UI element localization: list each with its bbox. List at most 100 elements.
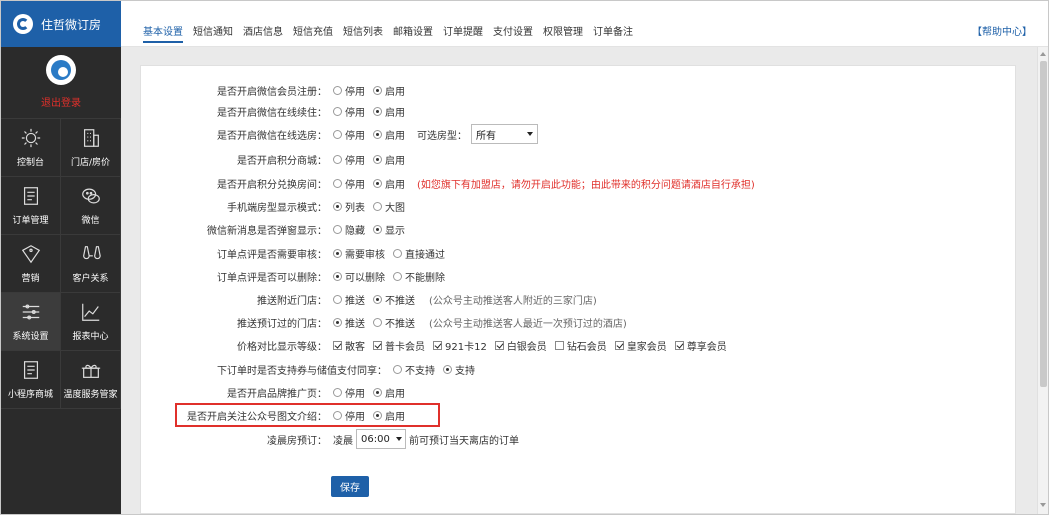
logout-link[interactable]: 退出登录 xyxy=(41,94,81,109)
top-bar: 基本设置 短信通知 酒店信息 短信充值 短信列表 邮箱设置 订单提醒 支付设置 … xyxy=(121,1,1048,47)
radio-disable[interactable]: 停用 xyxy=(333,83,365,98)
tab-payment-settings[interactable]: 支付设置 xyxy=(493,23,533,43)
radio-enable[interactable]: 启用 xyxy=(373,83,405,98)
nav-item-dashboard[interactable]: 控制台 xyxy=(1,119,61,177)
setting-online-renew: 是否开启微信在线续住： 停用 启用 xyxy=(141,103,1017,119)
sidebar: 住哲微订房 退出登录 控制台 门店/房价 订单管理 微信 营销 客户关系 系统设… xyxy=(1,1,121,514)
checkbox-level[interactable]: 普卡会员 xyxy=(373,338,425,353)
scroll-up-arrow-icon[interactable] xyxy=(1040,52,1046,56)
scroll-down-arrow-icon[interactable] xyxy=(1040,503,1046,507)
nav-item-orders[interactable]: 订单管理 xyxy=(1,177,61,235)
tab-basic-settings[interactable]: 基本设置 xyxy=(143,23,183,43)
tab-sms-notify[interactable]: 短信通知 xyxy=(193,23,233,43)
chevron-down-icon xyxy=(527,132,533,136)
setting-review-delete: 订单点评是否可以删除： 可以删除 不能删除 xyxy=(141,268,1017,284)
checkbox-level[interactable]: 散客 xyxy=(333,338,365,353)
setting-points-exchange: 是否开启积分兑换房间： 停用 启用 (如您旗下有加盟店，请勿开启此功能；由此带来… xyxy=(141,175,1017,191)
radio-show[interactable]: 显示 xyxy=(373,222,405,237)
radio-direct-pass[interactable]: 直接通过 xyxy=(393,246,445,261)
push-nearby-note: (公众号主动推送客人附近的三家门店) xyxy=(429,295,597,307)
setting-brand-promo: 是否开启品牌推广页： 停用 启用 xyxy=(141,384,1017,400)
tab-bar: 基本设置 短信通知 酒店信息 短信充值 短信列表 邮箱设置 订单提醒 支付设置 … xyxy=(143,23,643,43)
tab-permissions[interactable]: 权限管理 xyxy=(543,23,583,43)
sun-icon xyxy=(21,128,40,148)
radio-enable[interactable]: 启用 xyxy=(373,385,405,400)
radio-push[interactable]: 推送 xyxy=(333,292,365,307)
setting-review-audit: 订单点评是否需要审核： 需要审核 直接通过 xyxy=(141,245,1017,261)
radio-large-image[interactable]: 大图 xyxy=(373,199,405,214)
nav-item-mini-mall[interactable]: 小程序商城 xyxy=(1,351,61,409)
radio-disable[interactable]: 停用 xyxy=(333,176,365,191)
tab-sms-recharge[interactable]: 短信充值 xyxy=(293,23,333,43)
tab-order-reminder[interactable]: 订单提醒 xyxy=(443,23,483,43)
wechat-icon xyxy=(81,188,100,204)
setting-price-compare: 价格对比显示等级： 散客 普卡会员 921卡12 白银会员 钻石会员 皇家会员 … xyxy=(141,337,1017,353)
radio-disable[interactable]: 停用 xyxy=(333,385,365,400)
line-chart-icon xyxy=(81,303,99,321)
brand-logo-icon xyxy=(13,14,33,34)
nav-item-settings[interactable]: 系统设置 xyxy=(1,293,61,351)
nav-item-store-price[interactable]: 门店/房价 xyxy=(61,119,121,177)
setting-points-mall: 是否开启积分商城： 停用 启用 xyxy=(141,151,1017,167)
radio-disable[interactable]: 停用 xyxy=(333,127,365,142)
nav-item-reports[interactable]: 报表中心 xyxy=(61,293,121,351)
tab-email-settings[interactable]: 邮箱设置 xyxy=(393,23,433,43)
avatar xyxy=(46,55,76,85)
sliders-icon xyxy=(22,304,39,320)
setting-member-register: 是否开启微信会员注册： 停用 启用 xyxy=(141,82,1017,98)
radio-cannot-delete[interactable]: 不能删除 xyxy=(393,269,445,284)
checkbox-level[interactable]: 白银会员 xyxy=(494,338,547,353)
scroll-thumb[interactable] xyxy=(1040,61,1047,387)
radio-no-push[interactable]: 不推送 xyxy=(373,315,415,330)
radio-can-delete[interactable]: 可以删除 xyxy=(333,269,385,284)
radio-enable[interactable]: 启用 xyxy=(373,176,405,191)
building-icon xyxy=(83,129,99,147)
brand-name: 住哲微订房 xyxy=(41,17,102,32)
tab-order-notes[interactable]: 订单备注 xyxy=(593,23,633,43)
save-button[interactable]: 保存 xyxy=(331,476,369,497)
radio-support[interactable]: 支持 xyxy=(443,362,475,377)
radio-disable[interactable]: 停用 xyxy=(333,104,365,119)
nav-item-service-butler[interactable]: 温度服务管家 xyxy=(61,351,121,409)
glasses-icon xyxy=(82,246,101,260)
tab-hotel-info[interactable]: 酒店信息 xyxy=(243,23,283,43)
checkbox-level[interactable]: 尊享会员 xyxy=(674,338,727,353)
help-center-link[interactable]: 【帮助中心】 xyxy=(972,23,1032,38)
document-icon xyxy=(23,187,38,205)
room-type-select[interactable]: 所有 xyxy=(471,124,538,144)
vertical-scrollbar[interactable] xyxy=(1037,47,1048,514)
checkbox-level[interactable]: 921卡12 xyxy=(433,338,487,353)
points-exchange-warning: (如您旗下有加盟店，请勿开启此功能；由此带来的积分问题请酒店自行承担) xyxy=(417,179,755,191)
setting-mobile-room-display: 手机端房型显示模式： 列表 大图 xyxy=(141,198,1017,214)
radio-hide[interactable]: 隐藏 xyxy=(333,222,365,237)
setting-wechat-popup: 微信新消息是否弹窗显示： 隐藏 显示 xyxy=(141,221,1017,237)
setting-push-nearby: 推送附近门店： 推送 不推送 (公众号主动推送客人附近的三家门店) xyxy=(141,291,1017,307)
brand-header[interactable]: 住哲微订房 xyxy=(1,1,121,47)
room-type-label: 可选房型： xyxy=(417,130,467,142)
radio-no-push[interactable]: 不推送 xyxy=(373,292,415,307)
setting-coupon-combo: 下订单时是否支持券与储值支付同享： 不支持 支持 xyxy=(141,361,1017,377)
tab-sms-list[interactable]: 短信列表 xyxy=(343,23,383,43)
radio-enable[interactable]: 启用 xyxy=(373,104,405,119)
chevron-down-icon xyxy=(395,437,402,441)
setting-push-booked: 推送预订过的门店： 推送 不推送 (公众号主动推送客人最近一次预订过的酒店) xyxy=(141,314,1017,330)
settings-panel: 是否开启微信会员注册： 停用 启用 是否开启微信在线续住： 停用 启用 是否开启… xyxy=(140,65,1016,514)
nav-item-wechat[interactable]: 微信 xyxy=(61,177,121,235)
setting-early-booking: 凌晨房预订： 凌晨 06:00 前可预订当天离店的订单 xyxy=(141,429,1017,449)
early-booking-time-select[interactable]: 06:00 xyxy=(356,429,406,449)
nav-item-customers[interactable]: 客户关系 xyxy=(61,235,121,293)
gift-icon xyxy=(81,364,100,378)
radio-list[interactable]: 列表 xyxy=(333,199,365,214)
setting-online-select-room: 是否开启微信在线选房： 停用 启用 可选房型： 所有 xyxy=(141,124,1017,144)
radio-not-support[interactable]: 不支持 xyxy=(393,362,435,377)
checkbox-level[interactable]: 钻石会员 xyxy=(554,338,607,353)
radio-enable[interactable]: 启用 xyxy=(373,152,405,167)
radio-enable[interactable]: 启用 xyxy=(373,127,405,142)
highlight-box xyxy=(175,403,440,427)
checkbox-level[interactable]: 皇家会员 xyxy=(614,338,667,353)
radio-push[interactable]: 推送 xyxy=(333,315,365,330)
nav-item-marketing[interactable]: 营销 xyxy=(1,235,61,293)
radio-need-audit[interactable]: 需要审核 xyxy=(333,246,385,261)
document-icon xyxy=(23,361,38,379)
radio-disable[interactable]: 停用 xyxy=(333,152,365,167)
